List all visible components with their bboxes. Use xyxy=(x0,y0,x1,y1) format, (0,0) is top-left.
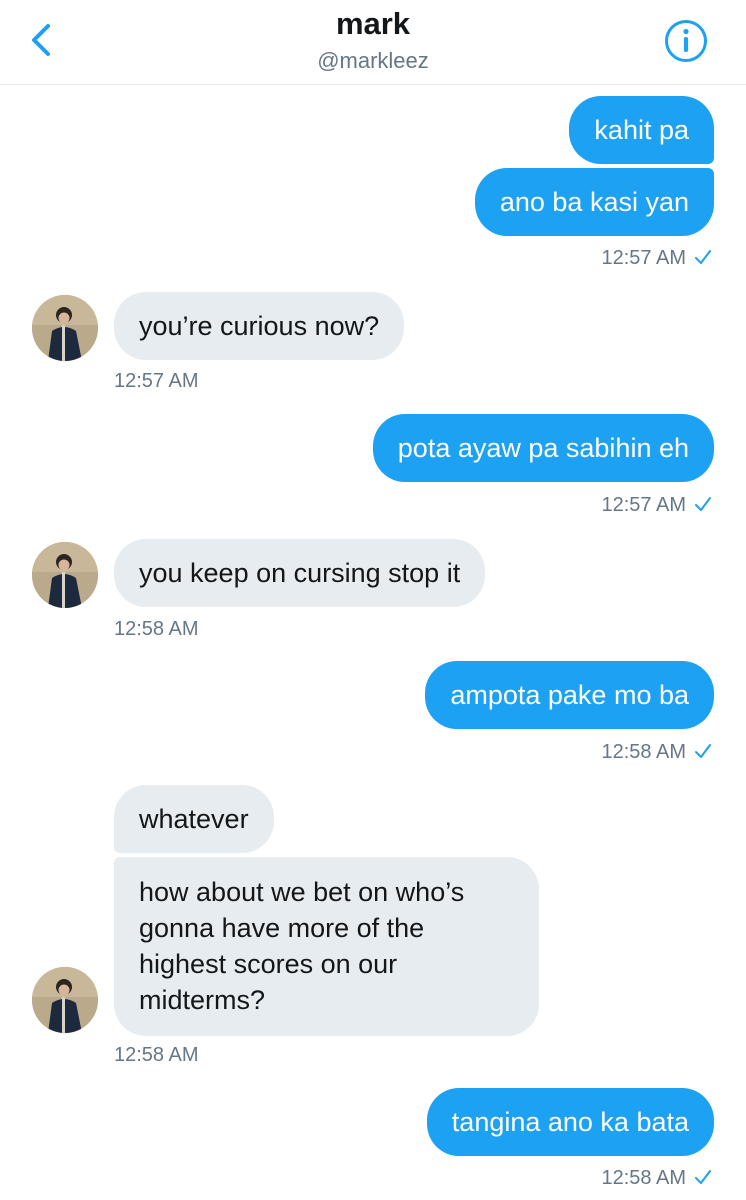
message-timestamp: 12:57 AM xyxy=(601,494,712,517)
outgoing-message[interactable]: pota ayaw pa sabihin eh xyxy=(372,414,714,482)
timestamp-text: 12:58 AM xyxy=(601,1167,686,1189)
timestamp-text: 12:57 AM xyxy=(601,494,686,516)
message-timestamp: 12:58 AM xyxy=(114,618,199,640)
outgoing-message[interactable]: ampota pake mo ba xyxy=(425,661,714,729)
incoming-message[interactable]: you’re curious now? xyxy=(114,292,405,360)
message-timestamp: 12:58 AM xyxy=(114,1044,199,1066)
conversation-title[interactable]: mark xyxy=(0,6,746,42)
checkmark-icon xyxy=(694,1167,712,1190)
outgoing-message[interactable]: tangina ano ka bata xyxy=(426,1088,714,1156)
outgoing-message[interactable]: ano ba kasi yan xyxy=(474,168,714,236)
timestamp-text: 12:58 AM xyxy=(601,741,686,763)
conversation-header: mark @markleez xyxy=(0,0,746,85)
info-button[interactable] xyxy=(664,19,708,63)
avatar[interactable] xyxy=(32,542,98,608)
conversation-handle: @markleez xyxy=(317,48,429,73)
avatar[interactable] xyxy=(32,295,98,361)
incoming-message[interactable]: you keep on cursing stop it xyxy=(114,539,486,607)
message-timestamp: 12:57 AM xyxy=(601,247,712,270)
message-timestamp: 12:58 AM xyxy=(601,741,712,764)
info-circle-icon xyxy=(665,20,707,62)
outgoing-message[interactable]: kahit pa xyxy=(569,96,714,164)
avatar[interactable] xyxy=(32,967,98,1033)
message-timestamp: 12:57 AM xyxy=(114,370,199,392)
incoming-message[interactable]: how about we bet on who’s gonna have mor… xyxy=(114,857,539,1036)
incoming-message[interactable]: whatever xyxy=(114,785,274,853)
message-timestamp: 12:58 AM xyxy=(601,1167,712,1190)
checkmark-icon xyxy=(694,247,712,270)
timestamp-text: 12:57 AM xyxy=(601,247,686,269)
checkmark-icon xyxy=(694,494,712,517)
checkmark-icon xyxy=(694,741,712,764)
